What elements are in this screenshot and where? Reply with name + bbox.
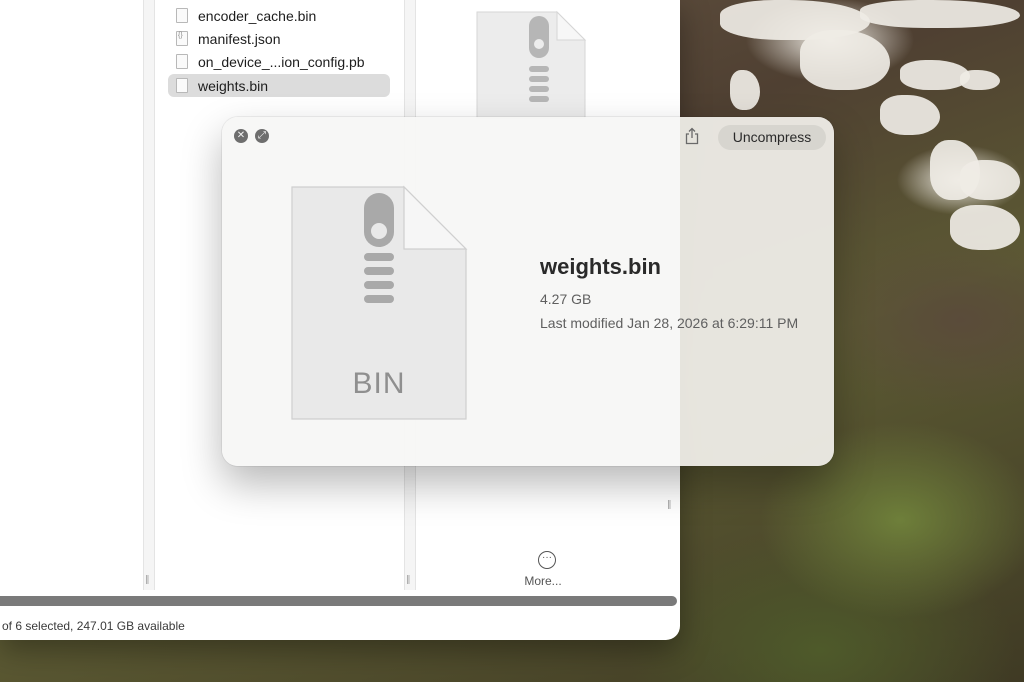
close-icon[interactable]: ✕ [234, 129, 248, 143]
uncompress-button[interactable]: Uncompress [718, 125, 826, 150]
document-icon [176, 8, 188, 23]
file-size: 4.27 GB [540, 291, 592, 307]
json-document-icon [176, 31, 188, 46]
horizontal-scrollbar[interactable] [0, 596, 677, 606]
share-icon[interactable] [684, 127, 700, 145]
status-bar-text: of 6 selected, 247.01 GB available [2, 619, 185, 633]
column-divider[interactable] [143, 0, 155, 590]
document-icon [176, 54, 188, 69]
file-name: on_device_...ion_config.pb [198, 53, 365, 70]
file-name: manifest.json [198, 30, 281, 47]
file-row-on-device-config[interactable]: on_device_...ion_config.pb [168, 50, 390, 73]
file-row-weights[interactable]: weights.bin [168, 74, 390, 97]
more-label: More... [524, 574, 562, 588]
quicklook-panel: ✕ ⤢ Uncompress BIN weights.bin 4.27 GB L… [222, 117, 834, 466]
zip-document-icon [476, 10, 587, 119]
file-row-encoder-cache[interactable]: encoder_cache.bin [168, 4, 390, 27]
file-name: weights.bin [198, 77, 269, 94]
fullscreen-icon[interactable]: ⤢ [255, 129, 269, 143]
modified-date: Last modified Jan 28, 2026 at 6:29:11 PM [540, 315, 799, 331]
column-resize-handle[interactable]: ‖ [145, 575, 150, 585]
column-resize-handle[interactable]: ‖ [406, 575, 411, 585]
more-button[interactable]: ··· More... [524, 551, 567, 588]
file-row-manifest[interactable]: manifest.json [168, 27, 390, 50]
file-type-label: BIN [352, 367, 406, 400]
document-icon [176, 78, 188, 93]
file-title: weights.bin [540, 254, 661, 279]
file-name: encoder_cache.bin [198, 7, 317, 24]
finder-column-parent [0, 0, 155, 590]
ellipsis-circle-icon: ··· [538, 551, 556, 569]
